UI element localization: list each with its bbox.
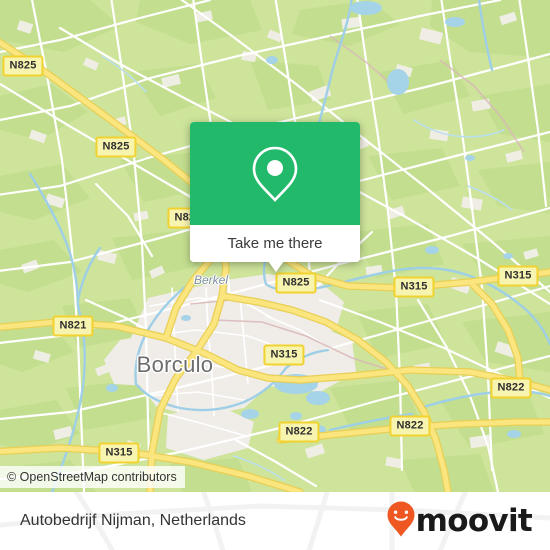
footer-bar: Autobedrijf Nijman, Netherlands moovit	[0, 492, 550, 550]
road-shield-n825[interactable]: N825	[2, 55, 44, 77]
moovit-wordmark: moovit	[415, 502, 533, 539]
road-shield-n822[interactable]: N822	[389, 415, 431, 437]
location-title: Autobedrijf Nijman, Netherlands	[20, 512, 246, 529]
osm-attribution-text: © OpenStreetMap contributors	[7, 470, 177, 484]
road-shield-n315[interactable]: N315	[263, 344, 305, 366]
moovit-map-screenshot: Berkel Borculo N825 N825 N825 N825 N315 …	[0, 0, 550, 550]
map-pin-icon	[251, 145, 299, 203]
road-shield-n821[interactable]: N821	[52, 315, 94, 337]
popup-header	[190, 122, 360, 225]
road-shield-n315[interactable]: N315	[98, 442, 140, 464]
place-label-borculo: Borculo	[136, 352, 214, 377]
moovit-logo[interactable]: moovit	[387, 501, 533, 542]
road-shield-n315[interactable]: N315	[497, 265, 539, 287]
road-shield-n825[interactable]: N825	[95, 136, 137, 158]
road-shield-n822[interactable]: N822	[490, 377, 532, 399]
place-label-berkel: Berkel	[193, 273, 229, 287]
osm-attribution[interactable]: © OpenStreetMap contributors	[0, 466, 185, 488]
road-shield-n822[interactable]: N822	[278, 421, 320, 443]
location-popup[interactable]: Take me there	[190, 122, 360, 272]
take-me-there-label: Take me there	[227, 235, 323, 252]
popup-body: Take me there	[190, 122, 360, 262]
moovit-pin-smiley-icon	[387, 501, 415, 542]
road-shield-n315[interactable]: N315	[393, 276, 435, 298]
map-canvas[interactable]: Berkel Borculo N825 N825 N825 N825 N315 …	[0, 0, 550, 492]
popup-pointer-tail	[268, 261, 284, 272]
take-me-there-button[interactable]: Take me there	[190, 225, 360, 262]
road-shield-n825[interactable]: N825	[275, 272, 317, 294]
